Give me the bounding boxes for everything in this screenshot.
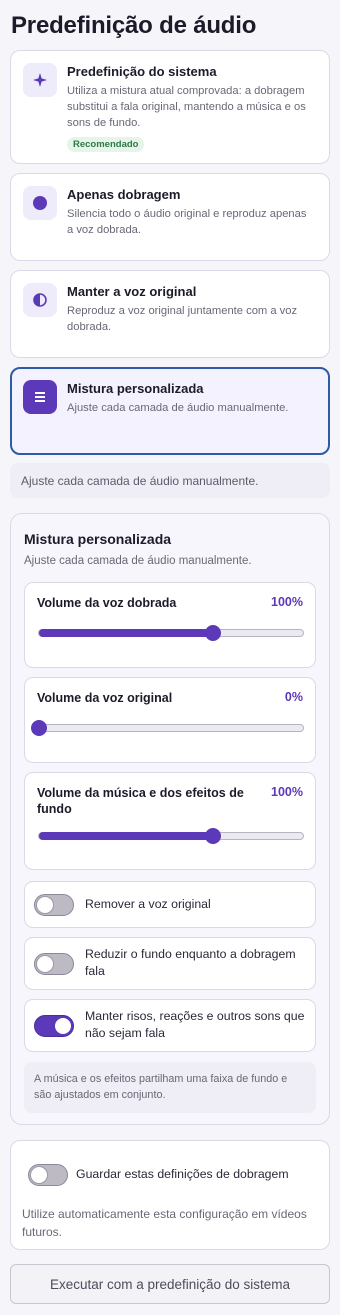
preset-title: Mistura personalizada — [67, 381, 204, 396]
save-settings-card: Guardar estas definições de dobragem Uti… — [10, 1140, 330, 1250]
slider-card-background: Volume da música e dos efeitos de fundo … — [24, 772, 316, 870]
slider-value: 100% — [271, 785, 303, 799]
recommended-badge: Recomendado — [67, 137, 145, 152]
preset-title: Manter a voz original — [67, 284, 197, 299]
background-info-note: A música e os efeitos partilham uma faix… — [24, 1062, 316, 1113]
preset-title: Apenas dobragem — [67, 187, 181, 202]
panel-description: Ajuste cada camada de áudio manualmente. — [24, 555, 252, 567]
dubbed-volume-slider[interactable] — [38, 625, 304, 641]
slider-value: 100% — [271, 595, 303, 609]
slider-value: 0% — [284, 690, 303, 704]
original-volume-slider[interactable] — [31, 720, 304, 736]
run-with-preset-button[interactable]: Executar com a predefinição do sistema — [10, 1264, 330, 1304]
preset-description: Utiliza a mistura atual comprovada: a do… — [67, 85, 306, 129]
slider-card-original: Volume da voz original 0% — [24, 677, 316, 763]
preset-dub-only-card[interactable]: Apenas dobragem Silencia todo o áudio or… — [10, 173, 330, 261]
slider-label: Volume da voz dobrada — [37, 596, 177, 610]
slider-thumb[interactable] — [205, 625, 222, 641]
dot-icon — [23, 186, 57, 220]
sliders-icon — [23, 380, 57, 414]
preset-description: Ajuste cada camada de áudio manualmente. — [67, 402, 289, 414]
preset-description: Reproduz a voz original juntamente com a… — [67, 305, 298, 333]
preset-keep-original-card[interactable]: Manter a voz original Reproduz a voz ori… — [10, 270, 330, 358]
page-title: Predefinição de áudio — [11, 12, 257, 39]
toggle-row-keep-nonspeech: Manter risos, reações e outros sons que … — [24, 999, 316, 1052]
remove-original-toggle[interactable] — [34, 894, 74, 916]
toggle-label: Remover a voz original — [85, 897, 211, 911]
save-settings-description: Utilize automaticamente esta configuraçã… — [22, 1207, 307, 1239]
toggle-row-remove-original: Remover a voz original — [24, 881, 316, 928]
preset-custom-mix-card[interactable]: Mistura personalizada Ajuste cada camada… — [10, 367, 330, 455]
slider-thumb[interactable] — [205, 828, 222, 844]
keep-nonspeech-toggle[interactable] — [34, 1015, 74, 1037]
slider-label: Volume da música e dos efeitos de fundo — [37, 786, 244, 816]
half-circle-icon — [23, 283, 57, 317]
selected-preset-note: Ajuste cada camada de áudio manualmente. — [10, 463, 330, 498]
slider-fill — [39, 832, 214, 840]
background-volume-slider[interactable] — [38, 828, 304, 844]
slider-thumb[interactable] — [31, 720, 47, 736]
preset-description: Silencia todo o áudio original e reprodu… — [67, 208, 307, 236]
save-settings-label: Guardar estas definições de dobragem — [76, 1167, 289, 1181]
slider-fill — [39, 629, 214, 637]
duck-background-toggle[interactable] — [34, 953, 74, 975]
slider-card-dubbed: Volume da voz dobrada 100% — [24, 582, 316, 668]
preset-title: Predefinição do sistema — [67, 64, 217, 79]
slider-label: Volume da voz original — [37, 691, 173, 705]
custom-mix-panel: Mistura personalizada Ajuste cada camada… — [10, 513, 330, 1125]
panel-title: Mistura personalizada — [24, 531, 172, 547]
sparkle-icon — [23, 63, 57, 97]
preset-system-card[interactable]: Predefinição do sistema Utiliza a mistur… — [10, 50, 330, 164]
toggle-label: Manter risos, reações e outros sons que … — [85, 1009, 305, 1040]
toggle-label: Reduzir o fundo enquanto a dobragem fala — [85, 947, 296, 978]
toggle-row-duck-background: Reduzir o fundo enquanto a dobragem fala — [24, 937, 316, 990]
save-settings-toggle[interactable] — [28, 1164, 68, 1186]
